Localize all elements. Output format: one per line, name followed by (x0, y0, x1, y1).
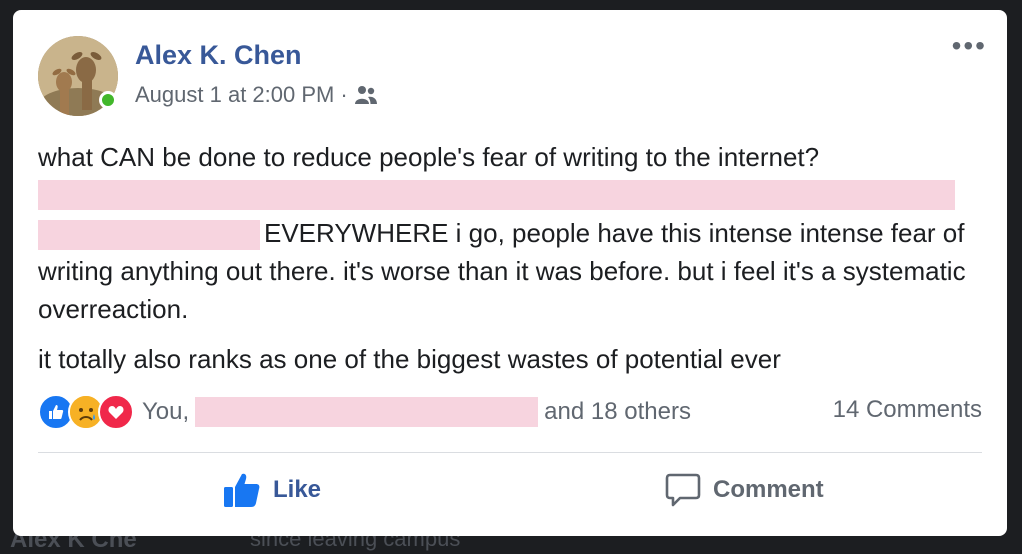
redacted-block (38, 180, 955, 210)
thumbs-up-icon (223, 472, 273, 508)
online-status-indicator (99, 91, 117, 109)
comment-label: Comment (713, 476, 824, 503)
post-line-redacted (38, 176, 978, 214)
like-label: Like (273, 476, 322, 503)
redacted-block (38, 220, 260, 251)
comments-count-link[interactable]: 14 Comments (833, 396, 982, 424)
love-reaction-icon (98, 394, 134, 430)
comment-bubble-icon (665, 472, 713, 508)
post-paragraph-2: it totally also ranks as one of the bigg… (38, 344, 781, 374)
post-timestamp[interactable]: August 1 at 2:00 PM (135, 82, 334, 108)
post-card: Alex K. Chen August 1 at 2:00 PM · ••• w… (13, 10, 1007, 536)
reactions-others[interactable]: and 18 others (544, 398, 691, 426)
post-paragraph-1: EVERYWHERE i go, people have this intens… (38, 214, 978, 328)
actions-divider (38, 452, 982, 453)
post-body: what CAN be done to reduce people's fear… (38, 138, 978, 378)
author-name[interactable]: Alex K. Chen (135, 40, 302, 71)
reactions-summary[interactable]: You, and 18 others (38, 394, 691, 430)
post-line-1: what CAN be done to reduce people's fear… (38, 142, 820, 172)
more-options-button[interactable]: ••• (952, 32, 987, 60)
redacted-names (195, 397, 539, 427)
friends-icon[interactable] (354, 85, 378, 105)
post-meta: August 1 at 2:00 PM · (135, 82, 378, 108)
comment-button[interactable]: Comment (665, 472, 824, 508)
like-button[interactable]: Like (223, 472, 321, 508)
reactions-you[interactable]: You, (142, 398, 189, 426)
meta-separator: · (340, 82, 348, 107)
reaction-icons[interactable] (38, 394, 134, 430)
